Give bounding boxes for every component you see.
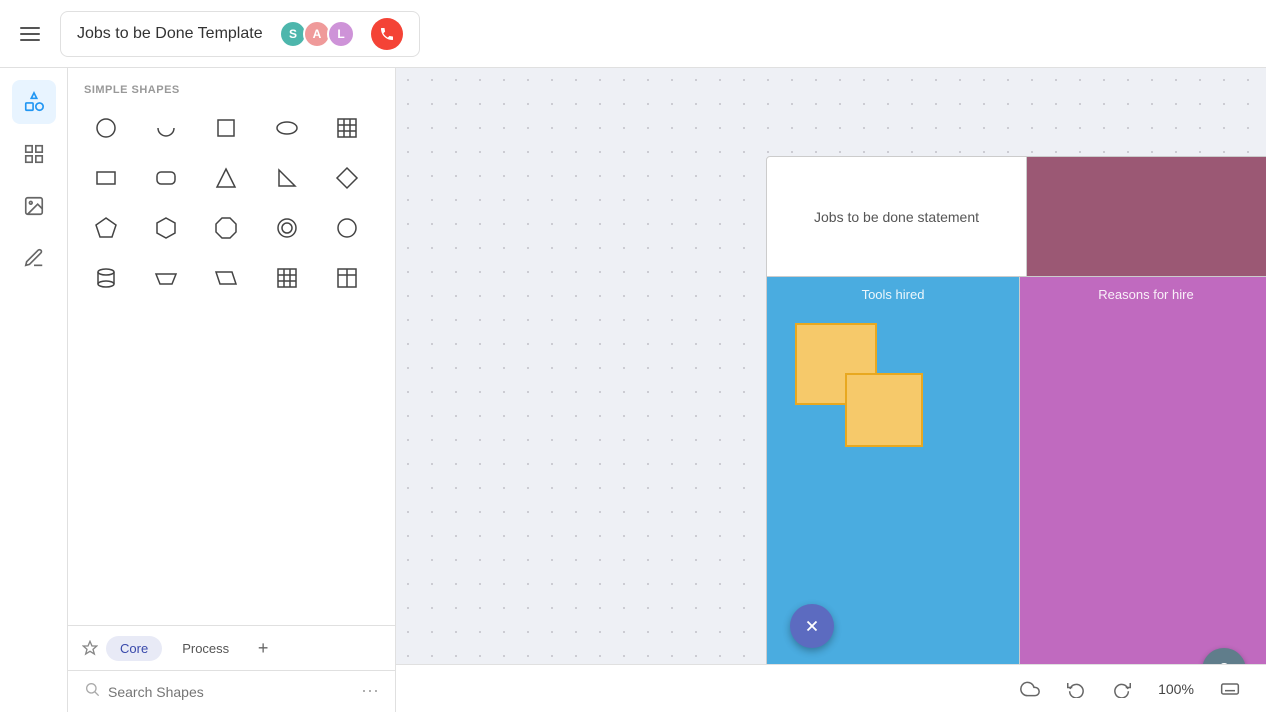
sidebar-draw-tool[interactable]: [12, 236, 56, 280]
redo-icon: [1113, 680, 1131, 698]
draw-icon: [23, 247, 45, 269]
board-top-row: Jobs to be done statement: [767, 157, 1266, 277]
shape-octagon[interactable]: [204, 206, 248, 250]
shape-pentagon[interactable]: [84, 206, 128, 250]
sidebar-shapes-tool[interactable]: [12, 80, 56, 124]
tab-process[interactable]: Process: [168, 636, 243, 661]
header-color-block: [1027, 157, 1266, 277]
shape-trapezoid[interactable]: [144, 256, 188, 300]
sidebar-image-tool[interactable]: [12, 184, 56, 228]
cloud-save-icon: [1020, 679, 1040, 699]
star-icon: [82, 640, 98, 656]
search-icon: [84, 681, 100, 702]
fab-close-button[interactable]: [790, 604, 834, 648]
shape-rounded-rect[interactable]: [144, 156, 188, 200]
hamburger-icon: [20, 24, 40, 44]
shape-grid[interactable]: [265, 256, 309, 300]
search-input[interactable]: [108, 684, 353, 700]
keyboard-shortcuts-icon: [1220, 679, 1240, 699]
shapes-icon: [23, 91, 45, 113]
shapes-section-label: SIMPLE SHAPES: [84, 84, 379, 96]
col-tools-hired-label: Tools hired: [767, 277, 1019, 308]
template-board: Jobs to be done statement Tools hired Re…: [766, 156, 1266, 678]
shape-table[interactable]: [325, 106, 369, 150]
col-reasons-label: Reasons for hire: [1020, 277, 1266, 308]
shapes-grid: [84, 106, 379, 300]
more-options-icon[interactable]: ⋯: [361, 681, 379, 702]
shape-circle[interactable]: [84, 106, 128, 150]
cloud-icon[interactable]: [1014, 673, 1046, 705]
shape-square[interactable]: [204, 106, 248, 150]
title-bar: Jobs to be Done Template S A L: [60, 11, 420, 57]
undo-icon: [1067, 680, 1085, 698]
shape-diamond[interactable]: [325, 156, 369, 200]
undo-button[interactable]: [1060, 673, 1092, 705]
shape-ellipse[interactable]: [265, 106, 309, 150]
header: Jobs to be Done Template S A L: [0, 0, 1266, 68]
document-title: Jobs to be Done Template: [77, 25, 267, 43]
tab-core[interactable]: Core: [106, 636, 162, 661]
redo-button[interactable]: [1106, 673, 1138, 705]
shape-hexagon[interactable]: [144, 206, 188, 250]
canvas-area[interactable]: Jobs to be done statement Tools hired Re…: [396, 68, 1266, 712]
collaborator-avatars: S A L: [279, 20, 355, 48]
menu-button[interactable]: [12, 16, 48, 52]
shapes-panel: SIMPLE SHAPES: [68, 68, 396, 712]
statement-label: Jobs to be done statement: [814, 209, 979, 225]
board-bottom-row: Tools hired Reasons for hire Barriers fo…: [767, 277, 1266, 677]
image-icon: [23, 195, 45, 217]
call-button[interactable]: [371, 18, 403, 50]
zoom-level: 100%: [1152, 681, 1200, 697]
tab-add-button[interactable]: +: [249, 634, 277, 662]
shape-triangle[interactable]: [204, 156, 248, 200]
shape-ring[interactable]: [325, 206, 369, 250]
shapes-content: SIMPLE SHAPES: [68, 68, 395, 625]
shape-cylinder[interactable]: [84, 256, 128, 300]
keyboard-icon[interactable]: [1214, 673, 1246, 705]
left-sidebar: [0, 68, 68, 712]
avatar-3: L: [327, 20, 355, 48]
statement-cell: Jobs to be done statement: [767, 157, 1027, 277]
category-tabs: Core Process +: [68, 625, 395, 670]
close-icon: [803, 617, 821, 635]
tab-star-icon[interactable]: [80, 638, 100, 658]
shape-rect[interactable]: [84, 156, 128, 200]
shape-circle2[interactable]: [265, 206, 309, 250]
phone-icon: [379, 26, 395, 42]
col-reasons-for-hire: Reasons for hire: [1020, 277, 1266, 677]
shape-right-triangle[interactable]: [265, 156, 309, 200]
magnifier-icon: [84, 681, 100, 697]
main-layout: SIMPLE SHAPES: [0, 68, 1266, 712]
shape-parallelogram[interactable]: [204, 256, 248, 300]
frame-icon: [23, 143, 45, 165]
search-bar: ⋯: [68, 670, 395, 712]
shape-arc[interactable]: [144, 106, 188, 150]
shape-table2[interactable]: [325, 256, 369, 300]
sidebar-frame-tool[interactable]: [12, 132, 56, 176]
sticky-note-2[interactable]: [845, 373, 923, 447]
bottom-toolbar: 100%: [396, 664, 1266, 712]
